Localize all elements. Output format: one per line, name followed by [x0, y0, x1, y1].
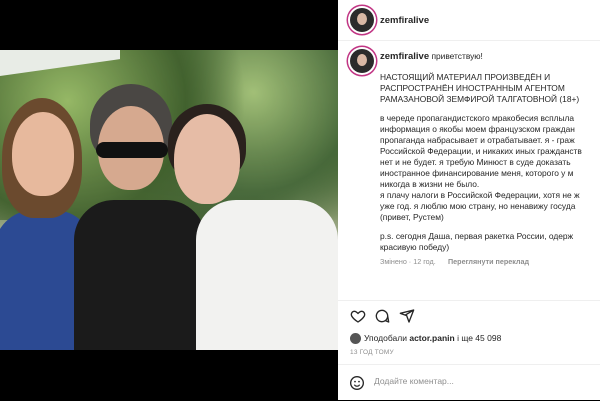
comment-input[interactable]: Додайте коментар...: [374, 376, 454, 386]
caption-line: РАСПРОСТРАНЁН ИНОСТРАННЫМ АГЕНТОМ: [380, 83, 565, 93]
caption-line: РАМАЗАНОВОЙ ЗЕМФИРОЙ ТАЛГАТОВНОЙ (18+): [380, 94, 580, 104]
post-media[interactable]: [0, 0, 338, 400]
author-avatar[interactable]: [350, 8, 374, 32]
post-sidebar: zemfiralive zemfiralive приветствую! НАС…: [338, 0, 600, 400]
caption-line: нет и не будет. я требую Минюст в суде д…: [380, 157, 571, 167]
caption-line: иностранное финансирование меня, которог…: [380, 168, 574, 178]
caption-line: информация о якобы моем французском граж…: [380, 124, 575, 134]
heart-icon[interactable]: [350, 308, 366, 324]
likes-summary[interactable]: Уподобали actor.panin і ще 45 098: [350, 333, 501, 345]
action-bar: [338, 300, 600, 331]
likes-suffix[interactable]: і ще 45 098: [457, 333, 501, 343]
caption-avatar[interactable]: [350, 49, 374, 73]
comment-bar: Додайте коментар...: [338, 364, 600, 401]
likes-prefix: Уподобали: [364, 333, 407, 343]
caption-username[interactable]: zemfiralive: [380, 51, 429, 62]
emoji-icon[interactable]: [349, 375, 365, 391]
caption-line: (привет, Рустем): [380, 212, 444, 222]
caption-line: уже год. я люблю мою страну, но ненавижу…: [380, 201, 576, 211]
caption-line: Российской Федерации, и никаких иных гра…: [380, 146, 582, 156]
post-timestamp: 13 ГОД ТОМУ: [350, 349, 394, 356]
caption-line: p.s. сегодня Даша, первая ракетка России…: [380, 231, 574, 241]
liker-avatar: [350, 333, 361, 345]
caption-line: НАСТОЯЩИЙ МАТЕРИАЛ ПРОИЗВЕДЁН И: [380, 72, 551, 82]
caption-line: я плачу налоги в Российской Федерации, х…: [380, 190, 580, 200]
share-icon[interactable]: [399, 308, 415, 324]
post-photo: [0, 50, 338, 350]
caption-greeting: приветствую!: [431, 51, 483, 61]
caption-line: [380, 105, 600, 113]
caption-line: никогда в жизни не было.: [380, 179, 480, 189]
edited-label: Змінено · 12 год.: [380, 257, 436, 266]
caption-line: в череде пропагандистского мракобесия вс…: [380, 113, 575, 123]
post-header: zemfiralive: [338, 0, 600, 41]
caption-body: НАСТОЯЩИЙ МАТЕРИАЛ ПРОИЗВЕДЁН И РАСПРОСТР…: [380, 72, 600, 253]
caption-line: пропаганда набрасывает и отрабатывает. я…: [380, 135, 575, 145]
caption-line: [380, 223, 600, 231]
caption-line: красивую победу): [380, 242, 450, 252]
post-caption: zemfiralive приветствую! НАСТОЯЩИЙ МАТЕР…: [380, 51, 600, 301]
comment-icon[interactable]: [374, 308, 390, 324]
author-username[interactable]: zemfiralive: [380, 15, 429, 26]
liker-username[interactable]: actor.panin: [409, 333, 454, 343]
see-translation-link[interactable]: Переглянути переклад: [448, 257, 529, 266]
